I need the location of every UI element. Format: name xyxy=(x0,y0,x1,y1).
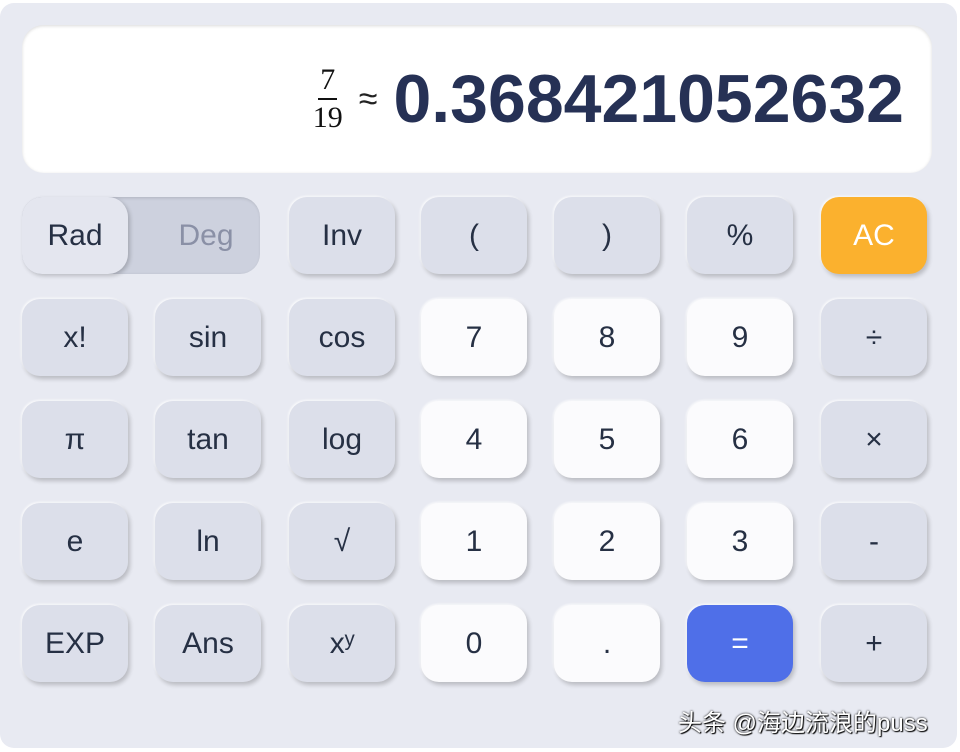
rad-deg-toggle[interactable]: Rad Deg xyxy=(22,197,260,274)
equals-button[interactable]: = xyxy=(687,605,793,682)
deg-option[interactable]: Deg xyxy=(152,197,260,274)
2-button[interactable]: 2 xyxy=(554,503,660,580)
sin-button[interactable]: sin xyxy=(155,299,261,376)
exp-button[interactable]: EXP xyxy=(22,605,128,682)
pi-button[interactable]: π xyxy=(22,401,128,478)
percent-button[interactable]: % xyxy=(687,197,793,274)
ans-button[interactable]: Ans xyxy=(155,605,261,682)
4-button[interactable]: 4 xyxy=(421,401,527,478)
tan-button[interactable]: tan xyxy=(155,401,261,478)
5-button[interactable]: 5 xyxy=(554,401,660,478)
1-button[interactable]: 1 xyxy=(421,503,527,580)
power-button[interactable]: xʸ xyxy=(289,605,395,682)
3-button[interactable]: 3 xyxy=(687,503,793,580)
divide-button[interactable]: ÷ xyxy=(821,299,927,376)
result-value: 0.368421052632 xyxy=(393,61,904,137)
0-button[interactable]: 0 xyxy=(421,605,527,682)
factorial-button[interactable]: x! xyxy=(22,299,128,376)
approx-sign: ≈ xyxy=(358,79,378,118)
subtract-button[interactable]: - xyxy=(821,503,927,580)
ln-button[interactable]: ln xyxy=(155,503,261,580)
inv-button[interactable]: Inv xyxy=(289,197,395,274)
decimal-button[interactable]: . xyxy=(554,605,660,682)
close-paren-button[interactable]: ) xyxy=(554,197,660,274)
display: 7 19 ≈ 0.368421052632 xyxy=(22,25,932,173)
6-button[interactable]: 6 xyxy=(687,401,793,478)
rad-option[interactable]: Rad xyxy=(22,197,128,274)
9-button[interactable]: 9 xyxy=(687,299,793,376)
open-paren-button[interactable]: ( xyxy=(421,197,527,274)
sqrt-button[interactable]: √ xyxy=(289,503,395,580)
numerator: 7 xyxy=(318,62,338,100)
calculator: 7 19 ≈ 0.368421052632 Rad Deg Inv()% AC x!… xyxy=(0,3,957,748)
fraction: 7 19 xyxy=(313,62,343,136)
log-button[interactable]: log xyxy=(289,401,395,478)
cos-button[interactable]: cos xyxy=(289,299,395,376)
watermark: 头条 @海边流浪的puss xyxy=(678,710,928,737)
7-button[interactable]: 7 xyxy=(421,299,527,376)
add-button[interactable]: + xyxy=(821,605,927,682)
denominator: 19 xyxy=(312,101,343,134)
8-button[interactable]: 8 xyxy=(554,299,660,376)
e-button[interactable]: e xyxy=(22,503,128,580)
all-clear-button[interactable]: AC xyxy=(821,197,927,274)
multiply-button[interactable]: × xyxy=(821,401,927,478)
